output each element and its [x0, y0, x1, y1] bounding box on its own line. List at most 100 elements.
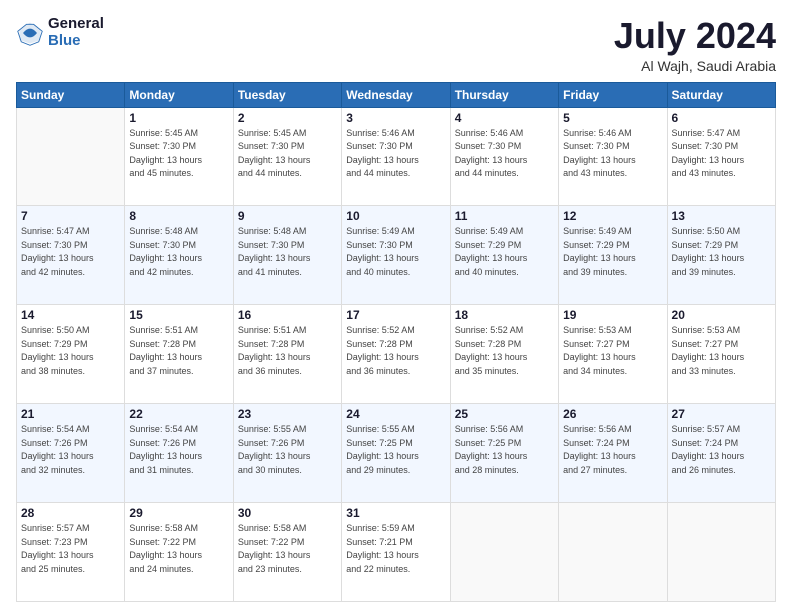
day-info: Sunrise: 5:51 AM Sunset: 7:28 PM Dayligh… [129, 324, 228, 378]
day-info: Sunrise: 5:46 AM Sunset: 7:30 PM Dayligh… [455, 127, 554, 181]
main-title: July 2024 [614, 16, 776, 56]
calendar-cell: 24Sunrise: 5:55 AM Sunset: 7:25 PM Dayli… [342, 404, 450, 503]
day-number: 25 [455, 407, 554, 421]
day-info: Sunrise: 5:49 AM Sunset: 7:29 PM Dayligh… [455, 225, 554, 279]
calendar-cell: 10 Sunrise: 5:49 AM Sunset: 7:30 PM Dayli… [342, 206, 450, 305]
day-number: 11 [455, 209, 554, 223]
day-number: 17 [346, 308, 445, 322]
calendar-cell: 4 Sunrise: 5:46 AM Sunset: 7:30 PM Daylig… [450, 107, 558, 206]
day-info: Sunrise: 5:50 AM Sunset: 7:29 PM Dayligh… [21, 324, 120, 378]
header: General Blue July 2024 Al Wajh, Saudi Ar… [16, 16, 776, 74]
calendar-cell: 2Sunrise: 5:45 AM Sunset: 7:30 PM Daylig… [233, 107, 341, 206]
day-info: Sunrise: 5:51 AM Sunset: 7:28 PM Dayligh… [238, 324, 337, 378]
day-number: 4 [455, 111, 554, 125]
day-number: 29 [129, 506, 228, 520]
page: General Blue July 2024 Al Wajh, Saudi Ar… [0, 0, 792, 612]
calendar-cell: 22 Sunrise: 5:54 AM Sunset: 7:26 PM Dayli… [125, 404, 233, 503]
day-info: Sunrise: 5:52 AM Sunset: 7:28 PM Dayligh… [455, 324, 554, 378]
day-info: Sunrise: 5:45 AM Sunset: 7:30 PM Dayligh… [238, 127, 337, 181]
day-info: Sunrise: 5:57 AM Sunset: 7:23 PM Dayligh… [21, 522, 120, 576]
day-info: Sunrise: 5:52 AM Sunset: 7:28 PM Dayligh… [346, 324, 445, 378]
column-header-thursday: Thursday [450, 82, 558, 107]
day-number: 31 [346, 506, 445, 520]
subtitle: Al Wajh, Saudi Arabia [614, 58, 776, 74]
calendar-cell: 27Sunrise: 5:57 AM Sunset: 7:24 PM Dayli… [667, 404, 775, 503]
day-info: Sunrise: 5:47 AM Sunset: 7:30 PM Dayligh… [672, 127, 771, 181]
calendar-cell: 21 Sunrise: 5:54 AM Sunset: 7:26 PM Dayli… [17, 404, 125, 503]
calendar-cell: 29 Sunrise: 5:58 AM Sunset: 7:22 PM Dayli… [125, 503, 233, 602]
day-number: 18 [455, 308, 554, 322]
column-header-saturday: Saturday [667, 82, 775, 107]
calendar-week-4: 21 Sunrise: 5:54 AM Sunset: 7:26 PM Dayli… [17, 404, 776, 503]
calendar-cell: 14 Sunrise: 5:50 AM Sunset: 7:29 PM Dayli… [17, 305, 125, 404]
calendar-cell: 3 Sunrise: 5:46 AM Sunset: 7:30 PM Daylig… [342, 107, 450, 206]
calendar-table: SundayMondayTuesdayWednesdayThursdayFrid… [16, 82, 776, 602]
day-info: Sunrise: 5:45 AM Sunset: 7:30 PM Dayligh… [129, 127, 228, 181]
calendar-cell: 19 Sunrise: 5:53 AM Sunset: 7:27 PM Dayli… [559, 305, 667, 404]
calendar-cell: 9 Sunrise: 5:48 AM Sunset: 7:30 PM Daylig… [233, 206, 341, 305]
day-info: Sunrise: 5:54 AM Sunset: 7:26 PM Dayligh… [21, 423, 120, 477]
calendar-cell: 16 Sunrise: 5:51 AM Sunset: 7:28 PM Dayli… [233, 305, 341, 404]
column-header-tuesday: Tuesday [233, 82, 341, 107]
calendar-cell: 30 Sunrise: 5:58 AM Sunset: 7:22 PM Dayli… [233, 503, 341, 602]
day-number: 14 [21, 308, 120, 322]
day-info: Sunrise: 5:55 AM Sunset: 7:25 PM Dayligh… [346, 423, 445, 477]
day-number: 27 [672, 407, 771, 421]
calendar-week-1: 1 Sunrise: 5:45 AM Sunset: 7:30 PM Daylig… [17, 107, 776, 206]
logo-blue-text: Blue [48, 33, 104, 50]
calendar-cell [450, 503, 558, 602]
day-info: Sunrise: 5:54 AM Sunset: 7:26 PM Dayligh… [129, 423, 228, 477]
day-info: Sunrise: 5:58 AM Sunset: 7:22 PM Dayligh… [129, 522, 228, 576]
calendar-cell: 15Sunrise: 5:51 AM Sunset: 7:28 PM Dayli… [125, 305, 233, 404]
title-block: July 2024 Al Wajh, Saudi Arabia [614, 16, 776, 74]
day-info: Sunrise: 5:46 AM Sunset: 7:30 PM Dayligh… [346, 127, 445, 181]
day-number: 5 [563, 111, 662, 125]
calendar-cell: 18 Sunrise: 5:52 AM Sunset: 7:28 PM Dayli… [450, 305, 558, 404]
calendar-cell: 12Sunrise: 5:49 AM Sunset: 7:29 PM Dayli… [559, 206, 667, 305]
calendar-cell [559, 503, 667, 602]
calendar-cell: 13Sunrise: 5:50 AM Sunset: 7:29 PM Dayli… [667, 206, 775, 305]
calendar-cell: 23Sunrise: 5:55 AM Sunset: 7:26 PM Dayli… [233, 404, 341, 503]
day-number: 3 [346, 111, 445, 125]
day-info: Sunrise: 5:49 AM Sunset: 7:30 PM Dayligh… [346, 225, 445, 279]
calendar-cell: 31 Sunrise: 5:59 AM Sunset: 7:21 PM Dayli… [342, 503, 450, 602]
column-header-sunday: Sunday [17, 82, 125, 107]
day-number: 21 [21, 407, 120, 421]
calendar-week-5: 28 Sunrise: 5:57 AM Sunset: 7:23 PM Dayli… [17, 503, 776, 602]
day-info: Sunrise: 5:48 AM Sunset: 7:30 PM Dayligh… [238, 225, 337, 279]
calendar-cell: 11 Sunrise: 5:49 AM Sunset: 7:29 PM Dayli… [450, 206, 558, 305]
day-number: 13 [672, 209, 771, 223]
calendar-cell: 8Sunrise: 5:48 AM Sunset: 7:30 PM Daylig… [125, 206, 233, 305]
day-number: 22 [129, 407, 228, 421]
day-info: Sunrise: 5:53 AM Sunset: 7:27 PM Dayligh… [563, 324, 662, 378]
calendar-cell: 7 Sunrise: 5:47 AM Sunset: 7:30 PM Daylig… [17, 206, 125, 305]
day-number: 30 [238, 506, 337, 520]
day-info: Sunrise: 5:48 AM Sunset: 7:30 PM Dayligh… [129, 225, 228, 279]
day-info: Sunrise: 5:58 AM Sunset: 7:22 PM Dayligh… [238, 522, 337, 576]
calendar-cell: 1 Sunrise: 5:45 AM Sunset: 7:30 PM Daylig… [125, 107, 233, 206]
day-number: 7 [21, 209, 120, 223]
day-number: 16 [238, 308, 337, 322]
day-info: Sunrise: 5:47 AM Sunset: 7:30 PM Dayligh… [21, 225, 120, 279]
calendar-week-3: 14 Sunrise: 5:50 AM Sunset: 7:29 PM Dayli… [17, 305, 776, 404]
day-number: 10 [346, 209, 445, 223]
calendar-header-row: SundayMondayTuesdayWednesdayThursdayFrid… [17, 82, 776, 107]
column-header-friday: Friday [559, 82, 667, 107]
calendar-cell: 28 Sunrise: 5:57 AM Sunset: 7:23 PM Dayli… [17, 503, 125, 602]
day-info: Sunrise: 5:59 AM Sunset: 7:21 PM Dayligh… [346, 522, 445, 576]
day-number: 19 [563, 308, 662, 322]
day-number: 1 [129, 111, 228, 125]
calendar-cell: 5Sunrise: 5:46 AM Sunset: 7:30 PM Daylig… [559, 107, 667, 206]
day-number: 9 [238, 209, 337, 223]
day-number: 23 [238, 407, 337, 421]
logo-icon [16, 19, 44, 47]
day-info: Sunrise: 5:56 AM Sunset: 7:24 PM Dayligh… [563, 423, 662, 477]
day-number: 6 [672, 111, 771, 125]
calendar-cell: 25 Sunrise: 5:56 AM Sunset: 7:25 PM Dayli… [450, 404, 558, 503]
day-info: Sunrise: 5:56 AM Sunset: 7:25 PM Dayligh… [455, 423, 554, 477]
day-number: 28 [21, 506, 120, 520]
calendar-cell: 26 Sunrise: 5:56 AM Sunset: 7:24 PM Dayli… [559, 404, 667, 503]
logo-general-text: General [48, 16, 104, 33]
calendar-cell [667, 503, 775, 602]
day-number: 26 [563, 407, 662, 421]
